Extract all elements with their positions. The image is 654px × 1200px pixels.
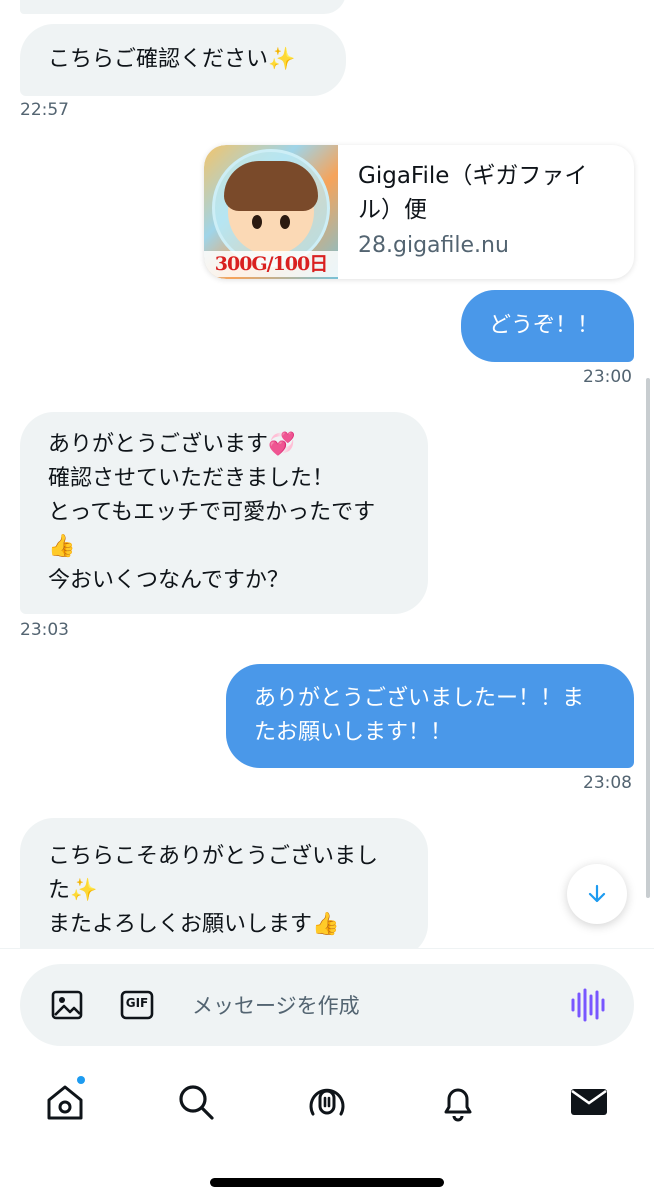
tab-search[interactable] (174, 1080, 218, 1124)
link-domain: 28.gigafile.nu (358, 233, 509, 258)
message-text: たお願いします！！ (254, 720, 453, 745)
thumbs-up-emoji: 👍 (312, 912, 340, 937)
image-icon (51, 990, 83, 1020)
thumbnail-caption: 300G/100日 (204, 251, 338, 277)
message-timestamp: 23:03 (20, 620, 69, 640)
composer-divider (0, 948, 654, 949)
message-input[interactable] (192, 988, 552, 1024)
scroll-to-bottom-button[interactable] (567, 864, 627, 924)
notifications-icon (444, 1088, 472, 1122)
search-icon (179, 1085, 214, 1120)
message-text: またよろしくお願いします👍 (48, 912, 340, 937)
message-text: ありがとうございましたー！！ま (254, 686, 585, 711)
message-timestamp: 22:57 (20, 100, 69, 120)
scrollbar[interactable] (646, 378, 650, 898)
tab-home[interactable] (43, 1076, 87, 1124)
link-thumbnail: 300G/100日 (204, 145, 338, 279)
thumbs-up-emoji: 👍 (48, 534, 76, 559)
home-icon (47, 1085, 83, 1120)
hearts-emoji: 💞 (268, 432, 296, 457)
image-button[interactable] (50, 988, 84, 1022)
tab-spaces[interactable] (305, 1080, 349, 1124)
message-bubble-incoming[interactable]: こちらこそありがとうございまし た✨ またよろしくお願いします👍 (20, 818, 428, 948)
home-indicator (210, 1178, 444, 1187)
tab-notifications[interactable] (436, 1080, 480, 1124)
message-bubble-incoming[interactable]: ありがとうございます💞 確認させていただきました！ とってもエッチで可愛かったで… (20, 412, 428, 614)
thumbnail-eye (252, 215, 262, 229)
notification-dot (77, 1076, 85, 1084)
message-text: こちらこそありがとうございまし (48, 844, 379, 869)
message-text: た✨ (48, 878, 98, 903)
voice-message-button[interactable] (568, 986, 606, 1024)
sparkles-emoji: ✨ (70, 878, 98, 903)
message-text: 確認させていただきました！ (48, 466, 335, 491)
message-text: とってもエッチで可愛かったです (48, 500, 376, 525)
message-thread[interactable]: こちらご確認ください✨ 22:57 300G/100日 GigaFile（ギガフ… (0, 0, 654, 948)
messages-icon (571, 1089, 607, 1115)
thumbnail-eye (280, 215, 290, 229)
link-card-body: GigaFile（ギガファイ ル）便 28.gigafile.nu (338, 145, 634, 279)
thumbnail-hair (224, 161, 318, 211)
gif-label: GIF (125, 996, 149, 1010)
message-text: こちらご確認ください✨ (48, 47, 296, 72)
message-timestamp: 23:08 (583, 773, 632, 793)
sparkles-emoji: ✨ (268, 47, 296, 72)
message-bubble-outgoing[interactable]: どうぞ！！ (461, 290, 634, 362)
message-bubble-incoming[interactable]: こちらご確認ください✨ (20, 24, 346, 96)
voice-waveform-icon (571, 988, 605, 1022)
message-bubble-outgoing[interactable]: ありがとうございましたー！！ま たお願いします！！ (226, 664, 634, 768)
bottom-tab-bar (0, 1066, 654, 1146)
link-title: GigaFile（ギガファイ ル）便 (358, 163, 588, 223)
message-timestamp: 23:00 (583, 367, 632, 387)
link-preview-card[interactable]: 300G/100日 GigaFile（ギガファイ ル）便 28.gigafile… (204, 145, 634, 279)
message-text: ありがとうございます💞 (48, 432, 296, 457)
message-text: どうぞ！！ (489, 313, 600, 338)
spaces-icon (309, 1088, 345, 1116)
gif-button[interactable]: GIF (120, 988, 154, 1022)
message-composer: GIF (20, 964, 634, 1046)
tab-messages[interactable] (567, 1080, 611, 1124)
message-text: 今おいくつなんですか？ (48, 568, 289, 593)
message-bubble-partial[interactable] (20, 0, 346, 14)
arrow-down-icon (588, 884, 606, 903)
